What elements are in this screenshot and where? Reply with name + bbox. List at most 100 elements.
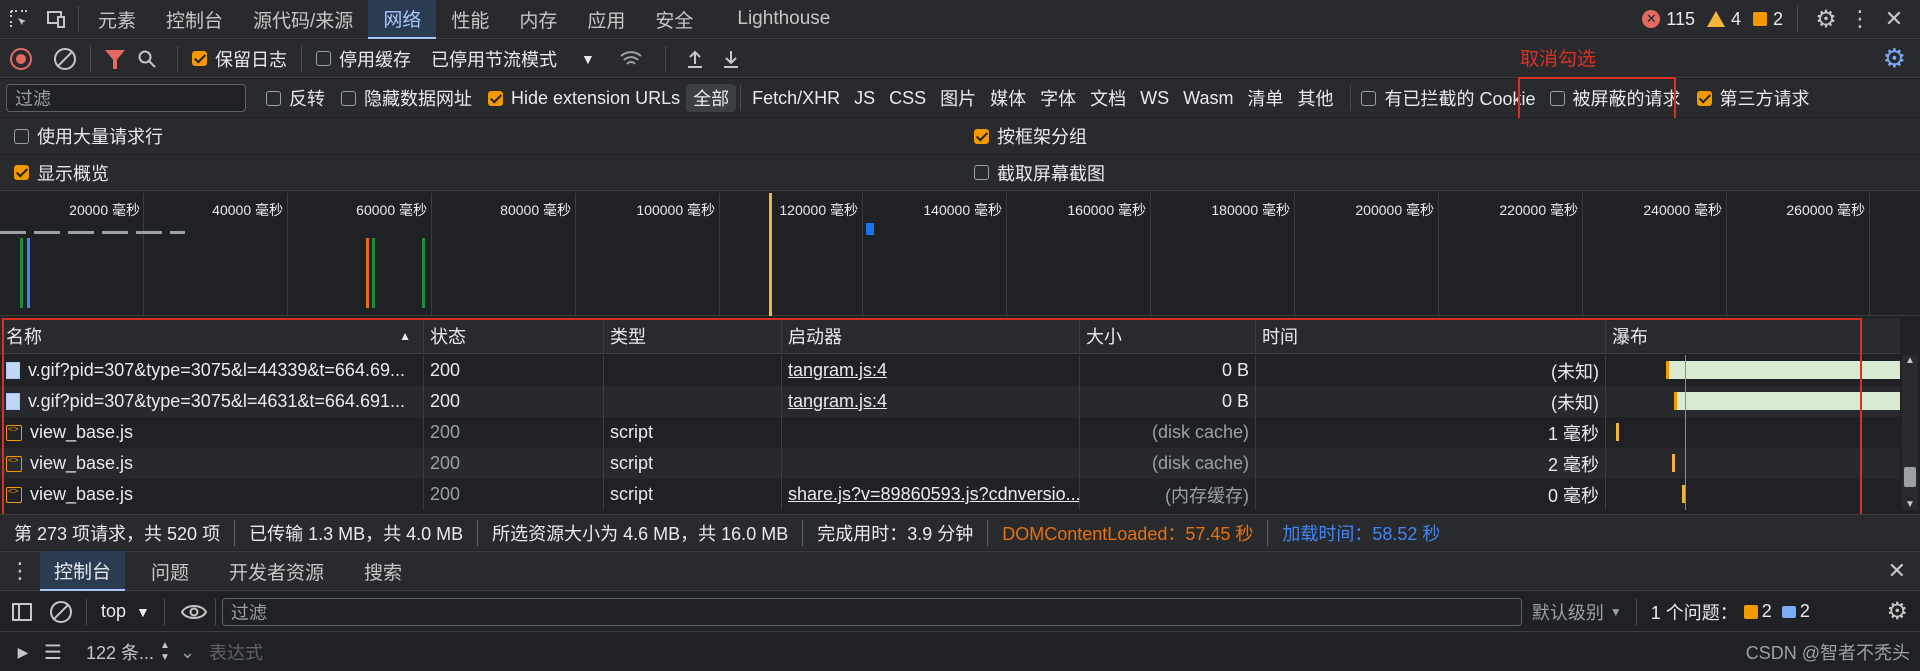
console-filter-input[interactable]: 过滤 (221, 597, 1522, 626)
divider (740, 85, 742, 111)
large-rows-checkbox[interactable]: 使用大量请求行 (14, 123, 163, 149)
drawer-tab-search[interactable]: 搜索 (350, 551, 416, 591)
network-conditions-wifi-icon[interactable] (611, 50, 651, 68)
overview-request-bar (422, 238, 425, 308)
clear-icon[interactable] (54, 47, 76, 70)
settings-gear-icon[interactable]: ⚙ (1812, 5, 1840, 34)
throttle-select[interactable]: 已停用节流模式 ▼ (431, 46, 595, 72)
group-by-frame-checkbox[interactable]: 按框架分组 (974, 123, 1087, 149)
clear-console-icon[interactable] (50, 600, 72, 623)
device-toolbar-icon[interactable] (38, 0, 74, 39)
context-select[interactable]: top ▼ (101, 601, 150, 622)
disable-cache-checkbox[interactable]: 停用缓存 (316, 46, 411, 72)
tab-network[interactable]: 网络 (368, 0, 437, 39)
scroll-down-icon[interactable]: ▼ (1902, 499, 1918, 510)
scrollbar-thumb[interactable] (1904, 467, 1916, 487)
stepper-icon[interactable]: ▲ ▼ (160, 640, 170, 664)
status-badges[interactable]: ✕ 115 4 2 ⚙ ⋮ ✕ (1642, 5, 1920, 34)
hide-extension-urls-checkbox[interactable]: Hide extension URLs (488, 88, 680, 109)
tab-memory[interactable]: 内存 (504, 0, 572, 39)
capture-screenshots-checkbox[interactable]: 截取屏幕截图 (974, 160, 1105, 186)
checkbox-unchecked[interactable] (1361, 90, 1377, 106)
expand-arrow-icon[interactable]: ▶ (8, 644, 38, 661)
dom-content-loaded-time: DOMContentLoaded：57.45 秒 (988, 519, 1269, 546)
blocked-cookies-checkbox[interactable]: 有已拦截的 Cookie (1361, 85, 1536, 111)
network-overview[interactable]: 20000 毫秒 40000 毫秒 60000 毫秒 80000 毫秒 1000… (0, 193, 1920, 316)
log-level-select[interactable]: 默认级别 ▼ (1532, 599, 1622, 625)
resources-size: 所选资源大小为 4.6 MB，共 16.0 MB (478, 519, 804, 546)
large-rows-label: 使用大量请求行 (37, 127, 163, 147)
type-filter-js[interactable]: JS (847, 84, 882, 112)
checkbox-checked[interactable] (14, 165, 29, 180)
network-settings-gear-icon[interactable]: ⚙ (1883, 43, 1906, 74)
overview-request-bar (20, 238, 23, 308)
console-prompt-row: ▶ ☰ 122 条... ▲ ▼ ⌄ 表达式 CSDN @智者不秃头 (0, 633, 1920, 671)
tab-sources[interactable]: 源代码/来源 (238, 0, 368, 39)
record-stop-icon[interactable] (10, 47, 32, 70)
overview-gridline (1582, 193, 1583, 316)
drawer-tab-developer-resources[interactable]: 开发者资源 (215, 551, 338, 591)
scroll-up-icon[interactable]: ▲ (1902, 355, 1918, 366)
live-expression-eye-icon[interactable] (179, 604, 209, 620)
issue-warning-count: 2 (1761, 601, 1772, 621)
checkbox-unchecked[interactable] (974, 165, 989, 180)
message-count: 122 条... (86, 643, 155, 663)
import-har-icon[interactable] (680, 49, 710, 69)
drawer-tab-console[interactable]: 控制台 (40, 551, 126, 591)
preserve-log-checkbox[interactable]: 保留日志 (192, 46, 287, 72)
invert-checkbox[interactable]: 反转 (266, 85, 325, 111)
type-filter-font[interactable]: 字体 (1033, 84, 1083, 112)
filter-funnel-icon[interactable] (105, 49, 125, 69)
issue-count: 2 (1772, 8, 1783, 29)
tab-elements[interactable]: 元素 (83, 0, 151, 39)
third-party-checkbox[interactable]: 第三方请求 (1696, 85, 1810, 111)
error-count: 115 (1666, 8, 1695, 29)
type-filter-doc[interactable]: 文档 (1083, 84, 1133, 112)
close-drawer-icon[interactable]: ✕ (1888, 558, 1906, 584)
checkbox-unchecked[interactable] (14, 128, 29, 144)
drawer-tab-issues[interactable]: 问题 (137, 551, 203, 591)
checkbox-unchecked[interactable] (316, 51, 331, 66)
tab-lighthouse[interactable]: Lighthouse (722, 0, 845, 39)
checkbox-unchecked[interactable] (266, 90, 281, 106)
error-icon: ✕ (1642, 10, 1661, 28)
type-filter-manifest[interactable]: 清单 (1240, 84, 1290, 112)
tab-application[interactable]: 应用 (572, 0, 640, 39)
issues-counter[interactable]: 1 个问题： 2 2 (1651, 599, 1810, 625)
checkbox-unchecked[interactable] (341, 90, 356, 106)
type-filter-ws[interactable]: WS (1133, 84, 1176, 112)
table-scrollbar[interactable]: ▲ ▼ (1902, 355, 1918, 510)
checkbox-checked[interactable] (974, 128, 989, 144)
type-filter-fetch-xhr[interactable]: Fetch/XHR (745, 84, 847, 112)
more-options-icon[interactable]: ⋮ (1846, 6, 1874, 32)
tab-security[interactable]: 安全 (640, 0, 708, 39)
type-filter-other[interactable]: 其他 (1290, 84, 1340, 112)
filter-input[interactable]: 过滤 (6, 84, 246, 112)
toggle-sidebar-icon[interactable] (0, 602, 44, 621)
search-icon[interactable] (131, 49, 163, 69)
console-input-placeholder[interactable]: 表达式 (209, 639, 263, 665)
load-time: 加载时间：58.52 秒 (1282, 523, 1441, 544)
hide-data-urls-checkbox[interactable]: 隐藏数据网址 (341, 85, 472, 111)
network-summary-bar: 第 273 项请求，共 520 项 已传输 1.3 MB，共 4.0 MB 所选… (0, 514, 1920, 550)
show-overview-checkbox[interactable]: 显示概览 (14, 160, 109, 186)
overview-gridline (719, 193, 720, 316)
type-filter-all[interactable]: 全部 (686, 84, 737, 112)
console-settings-gear-icon[interactable]: ⚙ (1886, 597, 1908, 626)
tab-console[interactable]: 控制台 (151, 0, 238, 39)
checkbox-checked[interactable] (1696, 90, 1712, 106)
checkbox-checked[interactable] (192, 51, 207, 66)
type-filter-img[interactable]: 图片 (933, 84, 983, 112)
overview-tick-label: 120000 毫秒 (779, 202, 858, 218)
type-filter-css[interactable]: CSS (882, 84, 933, 112)
export-har-icon[interactable] (716, 49, 746, 69)
checkbox-checked[interactable] (488, 90, 503, 106)
type-filter-wasm[interactable]: Wasm (1176, 84, 1240, 112)
chevron-down-icon: ▼ (136, 603, 150, 620)
tab-performance[interactable]: 性能 (436, 0, 504, 39)
inspect-element-icon[interactable] (0, 0, 38, 39)
type-filter-media[interactable]: 媒体 (983, 84, 1033, 112)
close-devtools-icon[interactable]: ✕ (1880, 6, 1908, 32)
drawer-menu-icon[interactable]: ⋮ (0, 558, 40, 584)
overview-tick-label: 260000 毫秒 (1786, 202, 1865, 218)
